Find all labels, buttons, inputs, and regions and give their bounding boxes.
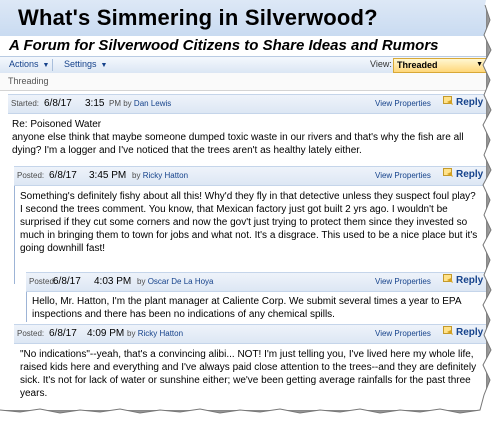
post-author[interactable]: Dan Lewis <box>134 99 171 108</box>
reply-button[interactable]: Reply <box>443 96 484 108</box>
post-label: Started: <box>11 99 40 108</box>
page-subtitle: A Forum for Silverwood Citizens to Share… <box>9 37 439 54</box>
subtitle-bar: A Forum for Silverwood Citizens to Share… <box>0 36 486 56</box>
post-subject: Re: Poisoned Water <box>12 119 102 130</box>
post-body: Something's definitely fishy about all t… <box>20 190 480 255</box>
post-byline: by Ricky Hatton <box>127 329 183 338</box>
post-ampm: PM <box>109 99 121 108</box>
toolbar-divider <box>52 59 53 71</box>
post-body: Re: Poisoned Water anyone else think tha… <box>12 118 482 157</box>
post-label: Posted: <box>17 171 45 180</box>
threading-label: Threading <box>8 76 49 86</box>
post-header: Posted: 6/8/17 4:09 PM by Ricky Hatton V… <box>14 324 486 344</box>
page-title: What's Simmering in Silverwood? <box>18 5 378 30</box>
settings-label: Settings <box>64 59 97 69</box>
chevron-down-icon: ▼ <box>100 62 108 69</box>
post-text: Hello, Mr. Hatton, I'm the plant manager… <box>32 296 461 320</box>
chevron-down-icon: ▼ <box>476 61 483 68</box>
post-time: 4:09 PM <box>87 328 125 339</box>
post-author[interactable]: Ricky Hatton <box>143 171 188 180</box>
reply-button[interactable]: Reply <box>443 274 484 286</box>
actions-label: Actions <box>9 59 39 69</box>
forum-window: What's Simmering in Silverwood? A Forum … <box>0 0 487 411</box>
post-author[interactable]: Ricky Hatton <box>138 329 183 338</box>
view-select[interactable]: Threaded ▼ <box>393 58 486 73</box>
chevron-down-icon: ▼ <box>42 62 50 69</box>
toolbar: Actions ▼ Settings ▼ View: Threaded ▼ <box>0 56 486 74</box>
view-properties-link[interactable]: View Properties <box>375 277 431 286</box>
post-text: Something's definitely fishy about all t… <box>20 191 478 254</box>
post-by: by <box>127 329 136 338</box>
reply-icon <box>443 326 453 336</box>
post-byline: by Ricky Hatton <box>132 171 188 180</box>
post-body: Hello, Mr. Hatton, I'm the plant manager… <box>32 295 472 321</box>
post-date: 6/8/17 <box>44 98 72 109</box>
reply-label: Reply <box>456 327 484 338</box>
post-header: Posted: 6/8/17 3:45 PM by Ricky Hatton V… <box>14 166 486 186</box>
view-label: View: <box>370 59 392 69</box>
view-select-value: Threaded <box>397 60 438 70</box>
post-text: anyone else think that maybe someone dum… <box>12 132 464 156</box>
reply-button[interactable]: Reply <box>443 168 484 180</box>
post-header: Started: 6/8/17 3:15 PM by Dan Lewis Vie… <box>8 94 486 114</box>
post-by: by <box>137 277 146 286</box>
post-label: Posted: <box>17 329 45 338</box>
post-time: 4:03 PM <box>94 276 132 287</box>
post-header: Posted: 6/8/17 4:03 PM by Oscar De La Ho… <box>26 272 486 292</box>
reply-icon <box>443 274 453 284</box>
post-by: by <box>132 171 141 180</box>
post-time: 3:45 PM <box>89 170 127 181</box>
view-properties-link[interactable]: View Properties <box>375 99 431 108</box>
post-date: 6/8/17 <box>49 170 77 181</box>
reply-button[interactable]: Reply <box>443 326 484 338</box>
post-by: by <box>123 99 132 108</box>
actions-menu[interactable]: Actions ▼ <box>9 59 49 69</box>
threading-bar: Threading <box>0 73 486 91</box>
title-bar: What's Simmering in Silverwood? <box>0 0 486 36</box>
post-byline: by Oscar De La Hoya <box>137 277 214 286</box>
post-body: "No indications"--yeah, that's a convinc… <box>20 348 480 400</box>
view-properties-link[interactable]: View Properties <box>375 171 431 180</box>
post-date: 6/8/17 <box>49 328 77 339</box>
post-byline: PM by Dan Lewis <box>109 99 171 108</box>
reply-label: Reply <box>456 97 484 108</box>
settings-menu[interactable]: Settings ▼ <box>64 59 107 69</box>
reply-icon <box>443 96 453 106</box>
post-date: 6/8/17 <box>53 276 81 287</box>
reply-icon <box>443 168 453 178</box>
post-time: 3:15 <box>85 98 105 109</box>
reply-label: Reply <box>456 169 484 180</box>
post-author[interactable]: Oscar De La Hoya <box>148 277 214 286</box>
post-text: "No indications"--yeah, that's a convinc… <box>20 349 477 399</box>
view-properties-link[interactable]: View Properties <box>375 329 431 338</box>
reply-label: Reply <box>456 275 484 286</box>
